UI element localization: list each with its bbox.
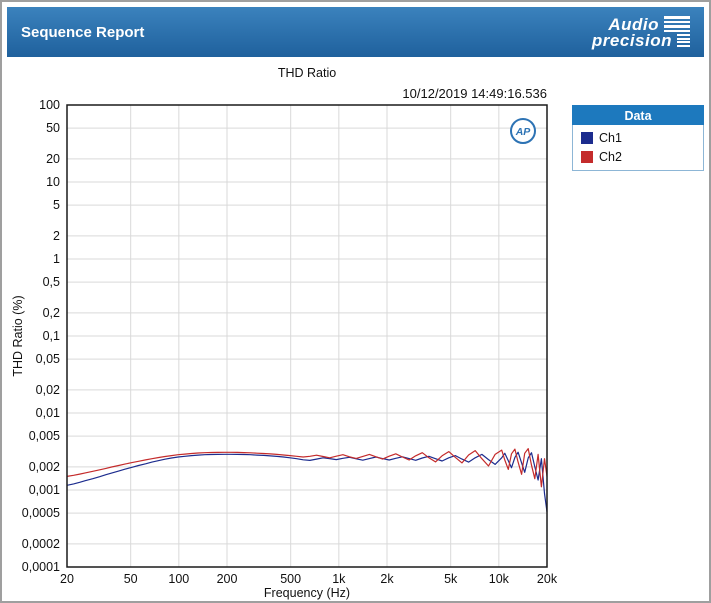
svg-text:20: 20 [60, 572, 74, 586]
svg-text:50: 50 [124, 572, 138, 586]
svg-text:0,2: 0,2 [43, 306, 60, 320]
svg-text:0,01: 0,01 [36, 406, 60, 420]
legend-item-ch2: Ch2 [581, 150, 695, 164]
chart-svg: 20 50 100 200 500 1k 2k 5k 10k 20k 100 50 20 10 5 2 1 0,5… [2, 2, 711, 603]
svg-text:0,001: 0,001 [29, 483, 60, 497]
svg-text:0,005: 0,005 [29, 429, 60, 443]
svg-text:5k: 5k [444, 572, 458, 586]
x-axis-label: Frequency (Hz) [67, 586, 547, 600]
svg-text:0,0001: 0,0001 [22, 560, 60, 574]
svg-text:100: 100 [168, 572, 189, 586]
svg-text:1: 1 [53, 252, 60, 266]
svg-text:50: 50 [46, 121, 60, 135]
legend-swatch-ch2 [581, 151, 593, 163]
svg-text:0,0002: 0,0002 [22, 537, 60, 551]
svg-text:0,05: 0,05 [36, 352, 60, 366]
svg-text:2k: 2k [380, 572, 394, 586]
legend-body: Ch1 Ch2 [572, 125, 704, 171]
svg-text:20k: 20k [537, 572, 558, 586]
svg-text:2: 2 [53, 229, 60, 243]
svg-text:500: 500 [280, 572, 301, 586]
ap-logo: AP [508, 116, 538, 146]
svg-text:5: 5 [53, 198, 60, 212]
svg-text:10k: 10k [489, 572, 510, 586]
svg-text:100: 100 [39, 98, 60, 112]
legend-header: Data [572, 105, 704, 125]
svg-text:0,5: 0,5 [43, 275, 60, 289]
legend-item-ch1: Ch1 [581, 131, 695, 145]
y-axis-label: THD Ratio (%) [11, 295, 25, 376]
legend-panel: Data Ch1 Ch2 [572, 105, 704, 171]
legend-swatch-ch1 [581, 132, 593, 144]
svg-text:0,0005: 0,0005 [22, 506, 60, 520]
svg-text:10: 10 [46, 175, 60, 189]
svg-text:200: 200 [217, 572, 238, 586]
legend-label-ch2: Ch2 [599, 150, 622, 164]
svg-text:20: 20 [46, 152, 60, 166]
svg-text:0,02: 0,02 [36, 383, 60, 397]
legend-label-ch1: Ch1 [599, 131, 622, 145]
svg-text:1k: 1k [332, 572, 346, 586]
sequence-report-window: Sequence Report Audio precision THD Rati… [0, 0, 711, 603]
svg-text:0,002: 0,002 [29, 460, 60, 474]
svg-text:0,1: 0,1 [43, 329, 60, 343]
ap-logo-text: AP [515, 126, 532, 138]
